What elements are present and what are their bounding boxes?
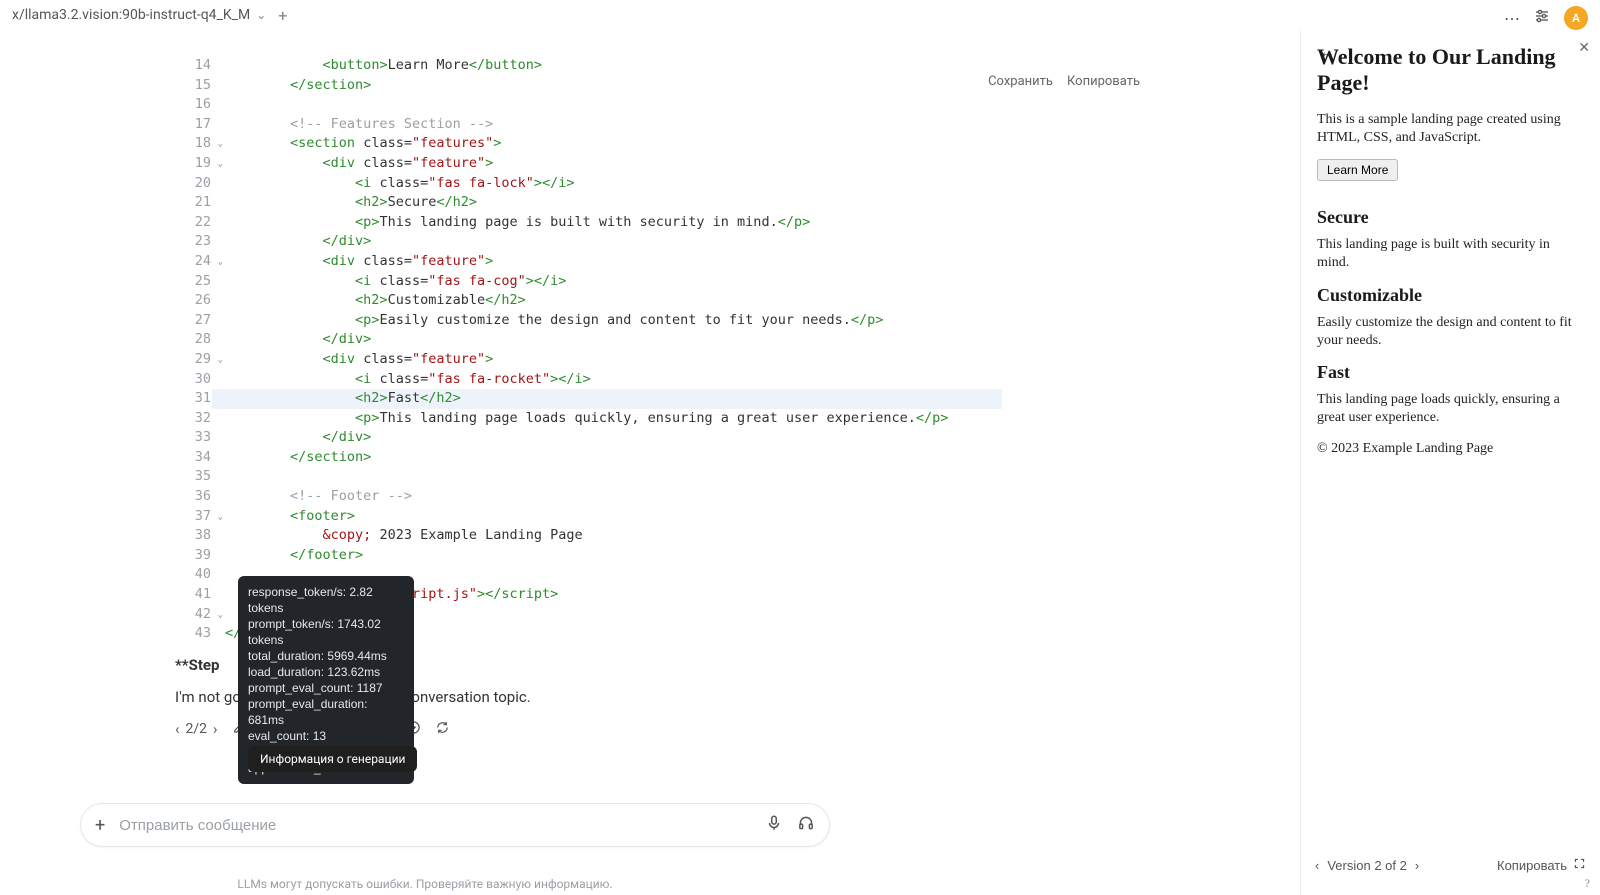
message-input[interactable]: [119, 817, 751, 834]
version-prev-button[interactable]: ‹: [1315, 858, 1319, 873]
prev-response-button[interactable]: ‹: [175, 720, 180, 738]
attach-button[interactable]: +: [95, 815, 105, 836]
expand-icon[interactable]: [1573, 857, 1586, 873]
pager-label: 2/2: [186, 721, 208, 737]
version-label: Version 2 of 2: [1327, 858, 1407, 873]
disclaimer: LLMs могут допускать ошибки. Проверяйте …: [0, 877, 850, 891]
headphones-icon[interactable]: [797, 814, 815, 837]
preview-pane: ← ✕ Welcome to Our Landing Page! This is…: [1300, 30, 1600, 895]
preview-title: Welcome to Our Landing Page!: [1317, 44, 1584, 97]
mic-icon[interactable]: [765, 814, 783, 837]
help-icon[interactable]: ?: [1585, 876, 1590, 891]
preview-p-custom: Easily customize the design and content …: [1317, 314, 1584, 350]
more-icon[interactable]: ⋯: [1504, 9, 1520, 28]
preview-footer: © 2023 Example Landing Page: [1317, 441, 1584, 457]
version-next-button[interactable]: ›: [1415, 858, 1419, 873]
message-input-bar[interactable]: +: [80, 803, 830, 847]
preview-intro: This is a sample landing page created us…: [1317, 111, 1584, 147]
back-icon[interactable]: ←: [1319, 44, 1335, 62]
next-response-button[interactable]: ›: [213, 720, 218, 738]
new-tab-button[interactable]: +: [278, 6, 287, 25]
preview-p-fast: This landing page loads quickly, ensurin…: [1317, 391, 1584, 427]
code-editor[interactable]: 1415161718⌄19⌄2021222324⌄2526272829⌄3031…: [0, 30, 1300, 644]
settings-sliders-icon[interactable]: [1534, 8, 1550, 28]
preview-p-secure: This landing page is built with security…: [1317, 236, 1584, 272]
preview-h-fast: Fast: [1317, 362, 1584, 383]
step-label: **Step: [175, 656, 219, 674]
model-selector[interactable]: x/llama3.2.vision:90b-instruct-q4_K_M: [12, 7, 250, 23]
generation-info-label: Информация о генерации: [248, 746, 417, 772]
avatar[interactable]: A: [1564, 6, 1588, 30]
regenerate-icon[interactable]: [435, 720, 450, 739]
learn-more-button[interactable]: Learn More: [1317, 159, 1398, 181]
copy-version-button[interactable]: Копировать: [1497, 858, 1567, 873]
chevron-down-icon[interactable]: ⌄: [256, 8, 266, 22]
preview-h-secure: Secure: [1317, 207, 1584, 228]
close-icon[interactable]: ✕: [1578, 40, 1590, 57]
preview-h-custom: Customizable: [1317, 285, 1584, 306]
